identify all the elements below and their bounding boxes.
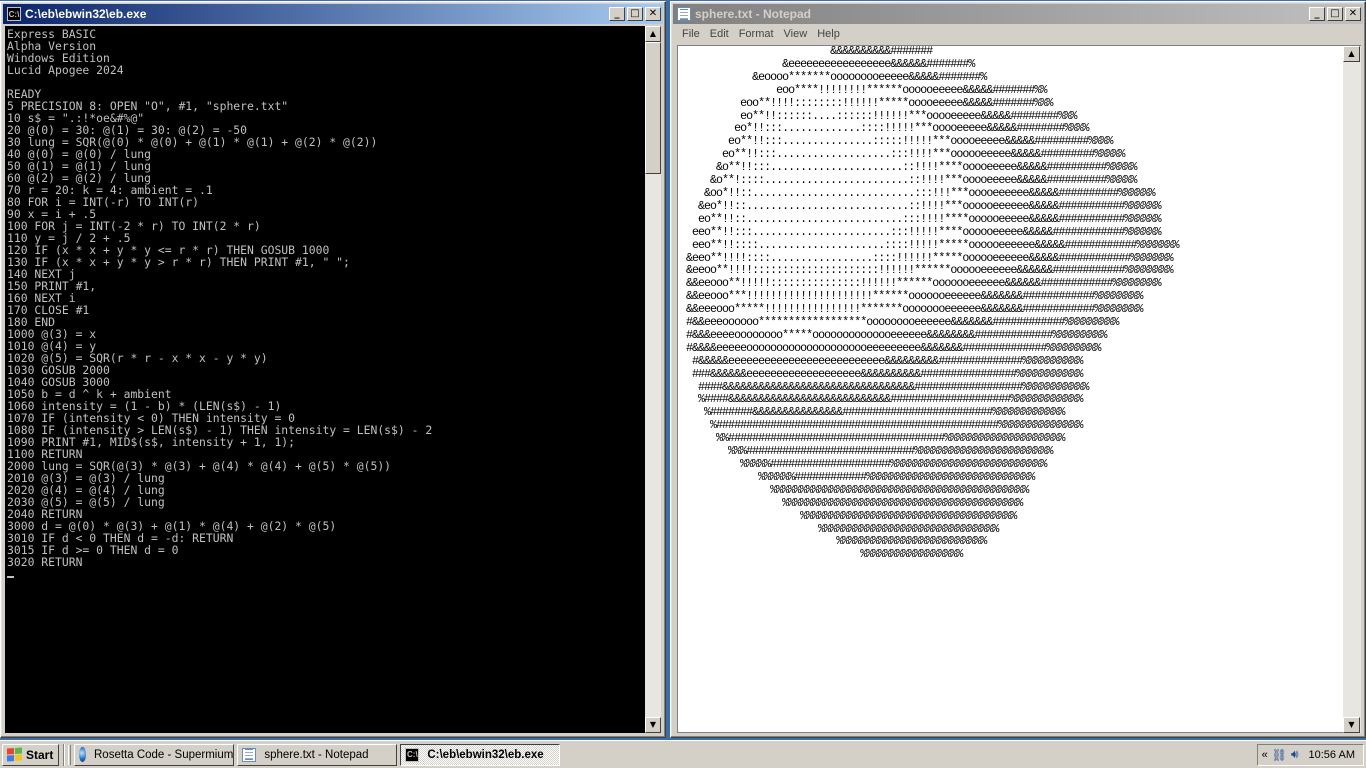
console-line: 160 NEXT i: [7, 291, 76, 305]
notepad-titlebar[interactable]: sphere.txt - Notepad _ □ ✕: [673, 4, 1363, 24]
maximize-button[interactable]: □: [1327, 7, 1343, 21]
console-line: 1000 @(3) = x: [7, 327, 97, 341]
sphere-ascii-text: &&&&&&&&&&####### &eeeeeeeeeeeeeeeee&&&&…: [686, 46, 1180, 562]
console-title: C:\eb\ebwin32\eb.exe: [25, 7, 147, 21]
console-output[interactable]: Express BASIC Alpha Version Windows Editio…: [5, 26, 645, 733]
start-label: Start: [26, 747, 54, 762]
notepad-window[interactable]: sphere.txt - Notepad _ □ ✕ File Edit For…: [670, 1, 1366, 738]
notepad-icon: [242, 747, 257, 762]
taskbar-separator: [63, 743, 66, 766]
scroll-down-arrow-icon[interactable]: ▼: [1343, 717, 1360, 733]
scroll-down-arrow-icon[interactable]: ▼: [645, 717, 661, 733]
start-button[interactable]: Start: [2, 743, 60, 766]
console-line: 3015 IF d >= 0 THEN d = 0: [7, 543, 179, 557]
console-line: 150 PRINT #1,: [7, 279, 97, 293]
task-label: C:\eb\ebwin32\eb.exe: [427, 748, 544, 761]
scroll-up-arrow-icon[interactable]: ▲: [1343, 46, 1360, 62]
scroll-up-arrow-icon[interactable]: ▲: [645, 26, 661, 42]
console-scrollbar[interactable]: ▲ ▼: [645, 26, 661, 733]
windows-logo-icon: [7, 747, 23, 762]
console-line: 130 IF (x * x + y * y > r * r) THEN PRIN…: [7, 255, 350, 269]
maximize-button[interactable]: □: [627, 7, 643, 21]
menu-view[interactable]: View: [779, 28, 813, 40]
menu-edit[interactable]: Edit: [705, 28, 734, 40]
system-tray: « ⛓ 🔊︎ 10:56 AM: [1256, 743, 1364, 766]
volume-icon[interactable]: 🔊︎: [1291, 747, 1299, 762]
minimize-button[interactable]: _: [1309, 7, 1325, 21]
console-line: 180 END: [7, 315, 56, 329]
console-line: Express BASIC: [7, 27, 97, 41]
console-titlebar[interactable]: C:\ C:\eb\ebwin32\eb.exe _ □ ✕: [3, 4, 663, 24]
browser-icon: [79, 747, 86, 762]
text-cursor: [7, 576, 14, 578]
taskbar: Start Rosetta Code - Supermium sphere.tx…: [0, 740, 1366, 768]
notepad-title: sphere.txt - Notepad: [695, 7, 812, 21]
clock[interactable]: 10:56 AM: [1309, 749, 1355, 761]
network-icon[interactable]: ⛓: [1272, 748, 1287, 762]
menu-file[interactable]: File: [677, 28, 705, 40]
close-button[interactable]: ✕: [1345, 7, 1361, 21]
task-browser[interactable]: Rosetta Code - Supermium: [74, 743, 235, 766]
scroll-thumb[interactable]: [645, 42, 661, 174]
minimize-button[interactable]: _: [609, 7, 625, 21]
console-icon: C:\: [405, 747, 420, 762]
notepad-text-area[interactable]: &&&&&&&&&&####### &eeeeeeeeeeeeeeeee&&&&…: [677, 45, 1343, 733]
close-button[interactable]: ✕: [645, 7, 661, 21]
task-label: Rosetta Code - Supermium: [94, 748, 234, 761]
tray-expand-icon[interactable]: «: [1262, 749, 1268, 761]
console-line: 3020 RETURN: [7, 555, 83, 569]
console-line: Lucid Apogee 2024: [7, 63, 124, 77]
console-icon: C:\: [7, 7, 21, 21]
console-line: 170 CLOSE #1: [7, 303, 90, 317]
task-label: sphere.txt - Notepad: [264, 748, 369, 761]
menu-help[interactable]: Help: [812, 28, 845, 40]
menu-format[interactable]: Format: [734, 28, 779, 40]
notepad-icon: [677, 7, 691, 21]
taskbar-grip[interactable]: [68, 744, 72, 765]
task-console[interactable]: C:\ C:\eb\ebwin32\eb.exe: [400, 743, 561, 766]
console-line: 2030 @(5) = @(5) / lung: [7, 495, 165, 509]
notepad-menubar: File Edit Format View Help: [673, 24, 1363, 43]
task-notepad[interactable]: sphere.txt - Notepad: [237, 743, 398, 766]
console-line: 140 NEXT j: [7, 267, 76, 281]
console-window[interactable]: C:\ C:\eb\ebwin32\eb.exe _ □ ✕ Express B…: [0, 1, 666, 738]
console-line: 1090 PRINT #1, MID$(s$, intensity + 1, 1…: [7, 435, 296, 449]
console-line: 80 FOR i = INT(-r) TO INT(r): [7, 195, 200, 209]
notepad-scrollbar[interactable]: ▲ ▼: [1343, 45, 1361, 733]
